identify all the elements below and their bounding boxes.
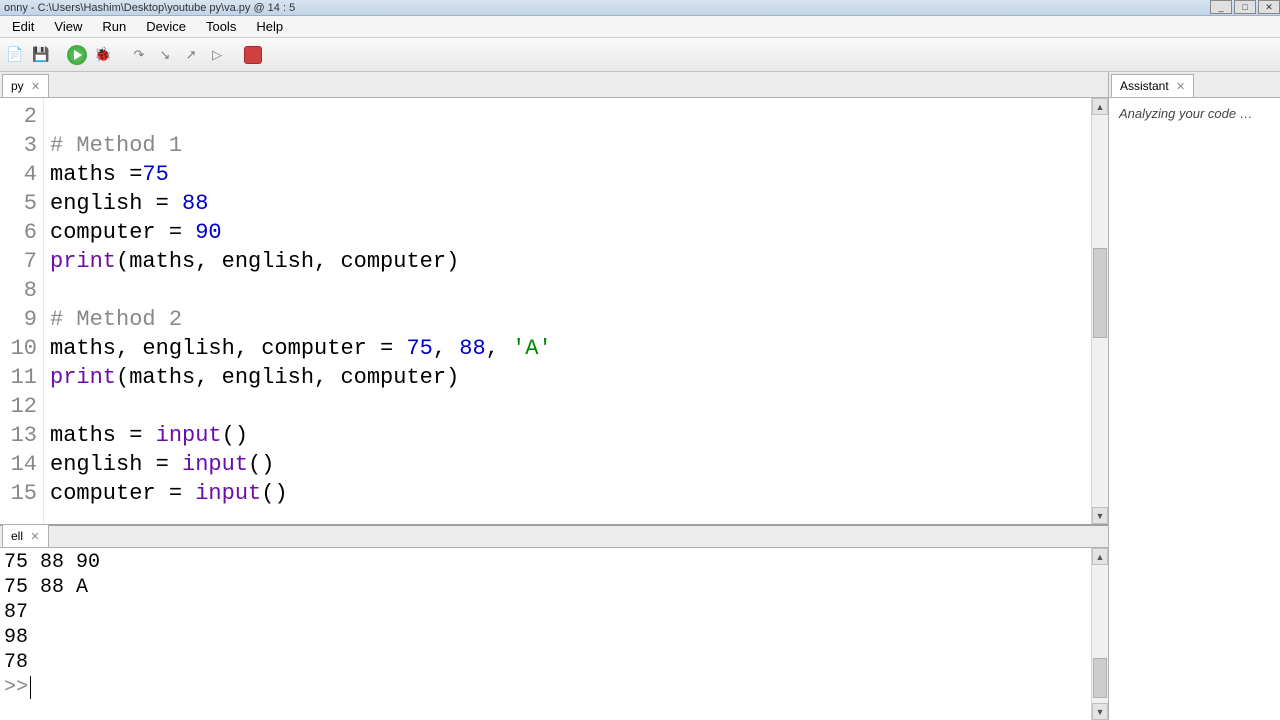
editor-tabstrip: py ✕ xyxy=(0,72,1108,98)
play-icon xyxy=(67,45,87,65)
code-line[interactable]: print(maths, english, computer) xyxy=(50,247,1085,276)
line-number: 4 xyxy=(0,160,37,189)
line-number: 11 xyxy=(0,363,37,392)
editor-tab[interactable]: py ✕ xyxy=(2,74,49,97)
code-line[interactable]: maths, english, computer = 75, 88, 'A' xyxy=(50,334,1085,363)
line-number: 9 xyxy=(0,305,37,334)
scroll-up-icon[interactable]: ▲ xyxy=(1092,548,1108,565)
shell-output[interactable]: 75 88 9075 88 A879878>> xyxy=(0,548,1091,720)
close-assistant-icon[interactable]: ✕ xyxy=(1176,81,1185,93)
code-line[interactable]: computer = 90 xyxy=(50,218,1085,247)
shell-tabstrip: ell ✕ xyxy=(0,526,1108,548)
debug-button[interactable] xyxy=(92,44,114,66)
code-line[interactable]: maths =75 xyxy=(50,160,1085,189)
code-editor[interactable]: 23456789101112131415 # Method 1maths =75… xyxy=(0,98,1108,524)
run-button[interactable] xyxy=(66,44,88,66)
menu-device[interactable]: Device xyxy=(136,17,196,36)
minimize-button[interactable]: _ xyxy=(1210,0,1232,14)
line-number: 12 xyxy=(0,392,37,421)
line-number: 6 xyxy=(0,218,37,247)
scroll-thumb[interactable] xyxy=(1093,658,1107,698)
menu-help[interactable]: Help xyxy=(246,17,293,36)
scroll-down-icon[interactable]: ▼ xyxy=(1092,507,1108,524)
menu-edit[interactable]: Edit xyxy=(2,17,44,36)
code-line[interactable]: computer = input() xyxy=(50,479,1085,508)
scroll-thumb[interactable] xyxy=(1093,248,1107,338)
resume-icon[interactable]: ▷ xyxy=(206,44,228,66)
line-number: 14 xyxy=(0,450,37,479)
close-button[interactable]: ✕ xyxy=(1258,0,1280,14)
menu-run[interactable]: Run xyxy=(92,17,136,36)
stop-icon xyxy=(244,46,262,64)
window-titlebar: onny - C:\Users\Hashim\Desktop\youtube p… xyxy=(0,0,1280,16)
code-line[interactable]: # Method 1 xyxy=(50,131,1085,160)
code-line[interactable] xyxy=(50,102,1085,131)
menu-tools[interactable]: Tools xyxy=(196,17,246,36)
scroll-up-icon[interactable]: ▲ xyxy=(1092,98,1108,115)
line-number: 3 xyxy=(0,131,37,160)
toolbar: ↷ ↘ ↗ ▷ xyxy=(0,38,1280,72)
shell-line: 87 xyxy=(4,600,1087,625)
stop-button[interactable] xyxy=(242,44,264,66)
line-number: 10 xyxy=(0,334,37,363)
shell-scrollbar[interactable]: ▲ ▼ xyxy=(1091,548,1108,720)
line-number: 7 xyxy=(0,247,37,276)
editor-tab-label: py xyxy=(11,79,24,93)
shell-tab-label: ell xyxy=(11,529,23,543)
shell-line: 98 xyxy=(4,625,1087,650)
maximize-button[interactable]: □ xyxy=(1234,0,1256,14)
shell-panel: ell ✕ 75 88 9075 88 A879878>> ▲ ▼ xyxy=(0,524,1108,720)
step-out-icon[interactable]: ↗ xyxy=(180,44,202,66)
line-number-gutter: 23456789101112131415 xyxy=(0,98,44,524)
save-file-icon[interactable] xyxy=(30,44,52,66)
line-number: 15 xyxy=(0,479,37,508)
shell-tab[interactable]: ell ✕ xyxy=(2,524,49,547)
window-title: onny - C:\Users\Hashim\Desktop\youtube p… xyxy=(4,2,295,14)
code-line[interactable]: english = 88 xyxy=(50,189,1085,218)
shell-line: 75 88 90 xyxy=(4,550,1087,575)
menu-view[interactable]: View xyxy=(44,17,92,36)
code-content[interactable]: # Method 1maths =75english = 88computer … xyxy=(44,98,1091,524)
code-line[interactable]: maths = input() xyxy=(50,421,1085,450)
code-line[interactable]: print(maths, english, computer) xyxy=(50,363,1085,392)
new-file-icon[interactable] xyxy=(4,44,26,66)
shell-line: 78 xyxy=(4,650,1087,675)
assistant-status: Analyzing your code … xyxy=(1109,98,1280,720)
assistant-title: Assistant xyxy=(1120,79,1169,93)
assistant-header: Assistant ✕ xyxy=(1109,72,1280,98)
line-number: 2 xyxy=(0,102,37,131)
line-number: 5 xyxy=(0,189,37,218)
editor-scrollbar[interactable]: ▲ ▼ xyxy=(1091,98,1108,524)
window-controls: _ □ ✕ xyxy=(1208,0,1280,16)
menu-bar: Edit View Run Device Tools Help xyxy=(0,16,1280,38)
code-line[interactable]: english = input() xyxy=(50,450,1085,479)
shell-prompt[interactable]: >> xyxy=(4,675,1087,700)
assistant-panel: Assistant ✕ Analyzing your code … xyxy=(1108,72,1280,720)
line-number: 8 xyxy=(0,276,37,305)
line-number: 13 xyxy=(0,421,37,450)
code-line[interactable] xyxy=(50,276,1085,305)
scroll-down-icon[interactable]: ▼ xyxy=(1092,703,1108,720)
code-line[interactable] xyxy=(50,392,1085,421)
step-over-icon[interactable]: ↷ xyxy=(128,44,150,66)
shell-line: 75 88 A xyxy=(4,575,1087,600)
close-shell-tab-icon[interactable]: ✕ xyxy=(30,531,39,543)
step-into-icon[interactable]: ↘ xyxy=(154,44,176,66)
code-line[interactable]: # Method 2 xyxy=(50,305,1085,334)
close-tab-icon[interactable]: ✕ xyxy=(31,81,40,93)
assistant-tab[interactable]: Assistant ✕ xyxy=(1111,74,1194,97)
